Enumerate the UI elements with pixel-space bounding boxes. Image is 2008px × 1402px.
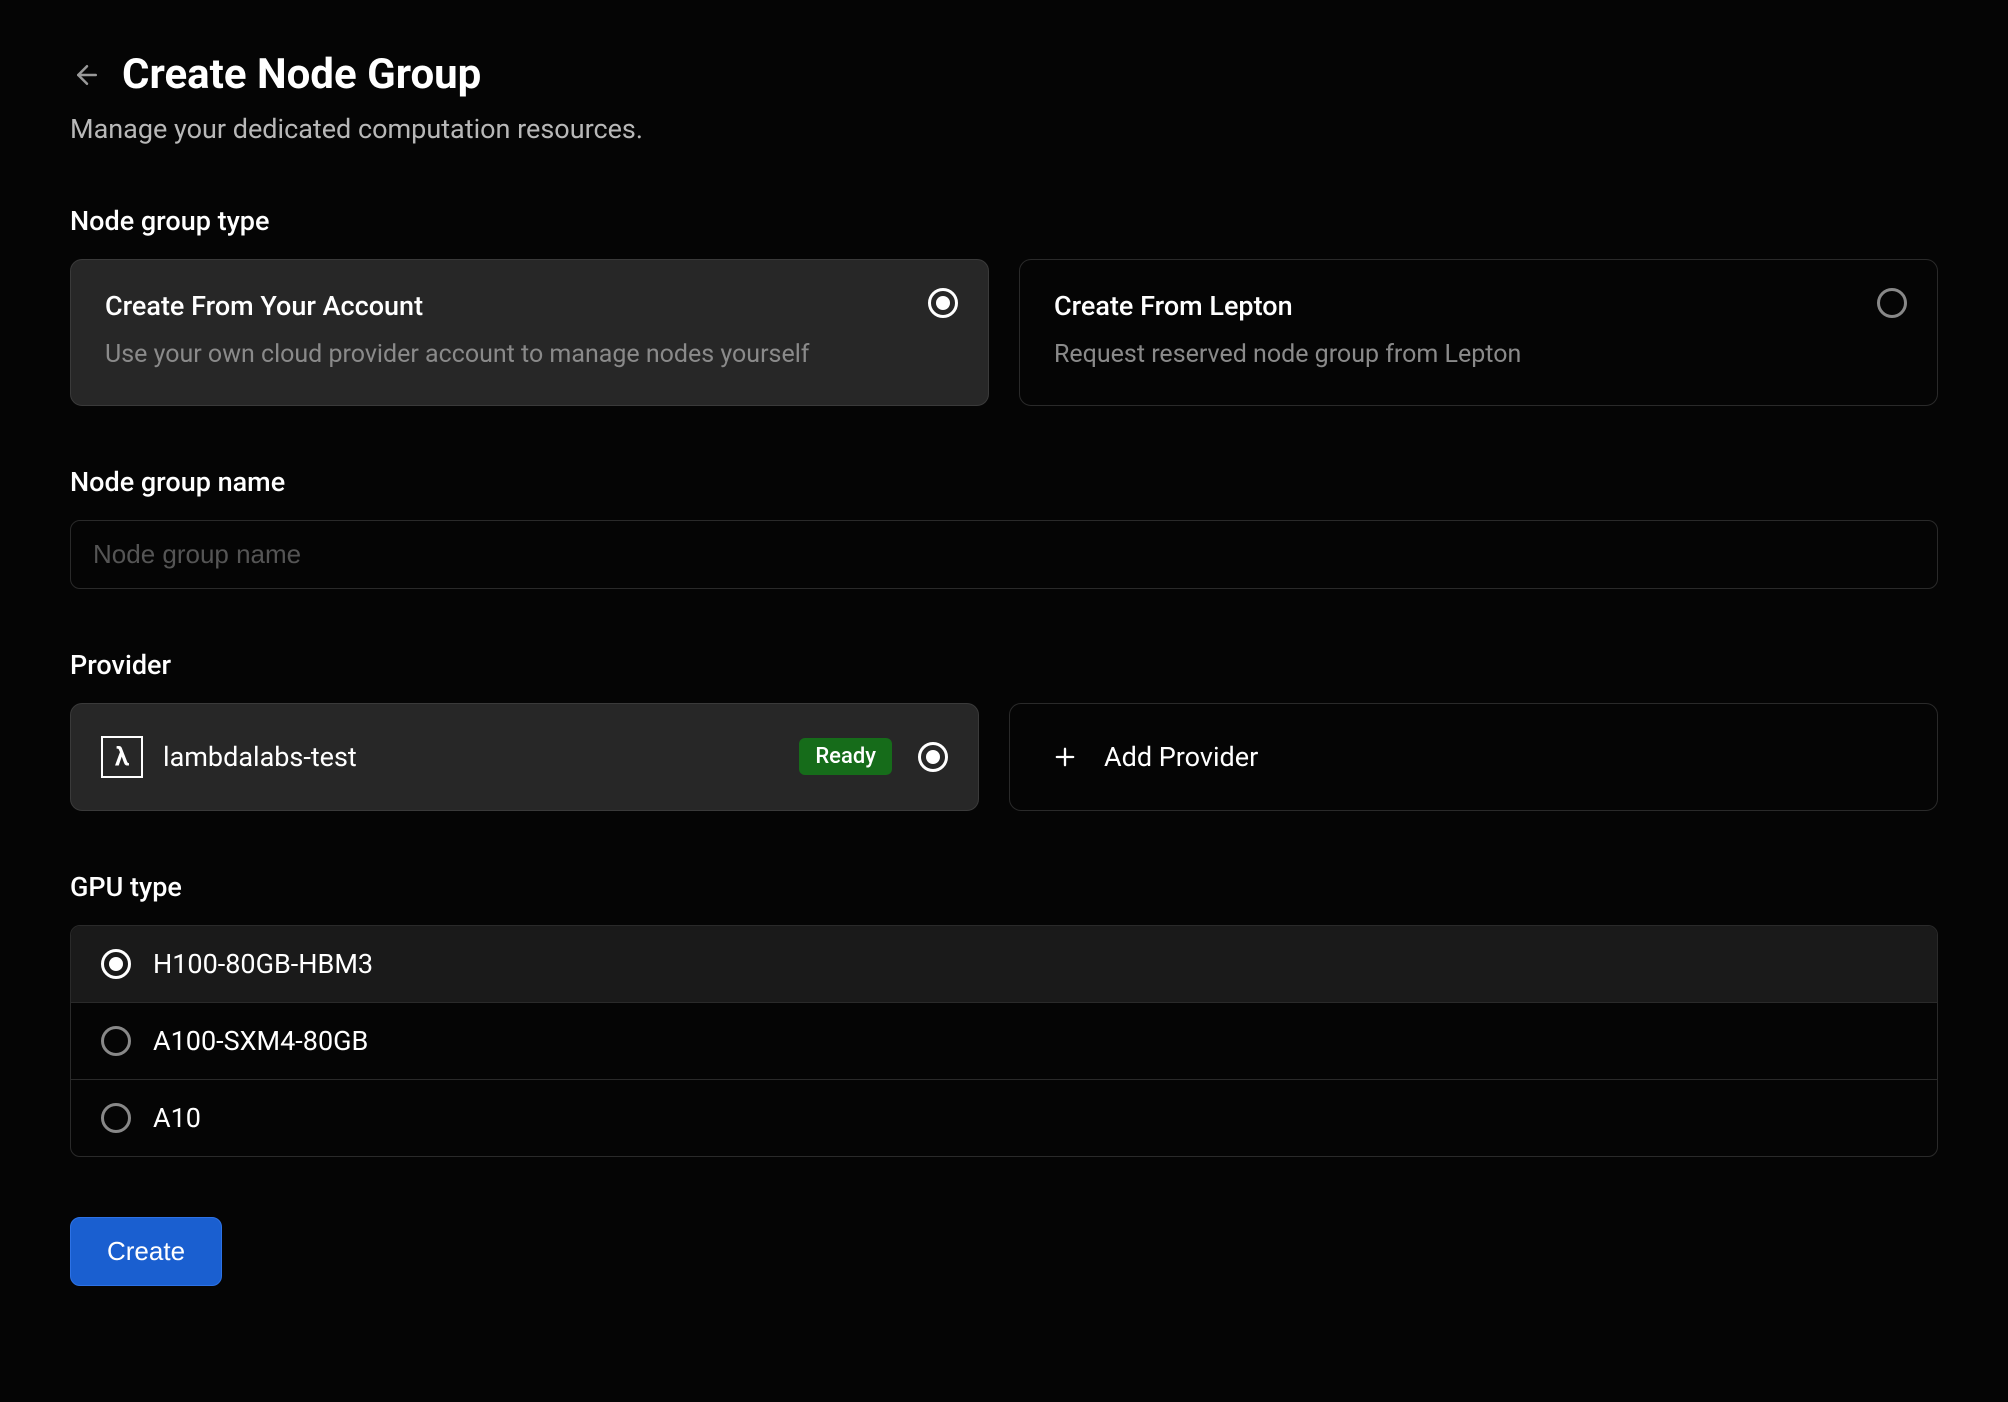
provider-card-lambdalabs[interactable]: λ lambdalabs-test Ready bbox=[70, 703, 979, 811]
lambda-icon: λ bbox=[101, 736, 143, 778]
type-card-row: Create From Your Account Use your own cl… bbox=[70, 259, 1938, 406]
page-subtitle: Manage your dedicated computation resour… bbox=[70, 113, 1938, 145]
gpu-name: A10 bbox=[153, 1102, 201, 1134]
type-card-desc: Request reserved node group from Lepton bbox=[1054, 336, 1774, 375]
node-group-name-input[interactable] bbox=[70, 520, 1938, 589]
radio-icon bbox=[101, 1026, 131, 1056]
provider-name: lambdalabs-test bbox=[163, 741, 799, 773]
type-card-title: Create From Your Account bbox=[105, 290, 954, 322]
type-card-title: Create From Lepton bbox=[1054, 290, 1903, 322]
section-label-gpu: GPU type bbox=[70, 871, 1938, 903]
gpu-name: H100-80GB-HBM3 bbox=[153, 948, 373, 980]
back-arrow-icon[interactable] bbox=[70, 58, 104, 92]
gpu-type-list: H100-80GB-HBM3 A100-SXM4-80GB A10 bbox=[70, 925, 1938, 1157]
radio-icon bbox=[918, 742, 948, 772]
type-card-own-account[interactable]: Create From Your Account Use your own cl… bbox=[70, 259, 989, 406]
gpu-row-a10[interactable]: A10 bbox=[71, 1080, 1937, 1156]
gpu-row-a100[interactable]: A100-SXM4-80GB bbox=[71, 1003, 1937, 1080]
radio-icon bbox=[928, 288, 958, 318]
gpu-row-h100[interactable]: H100-80GB-HBM3 bbox=[71, 926, 1937, 1003]
section-label-provider: Provider bbox=[70, 649, 1938, 681]
section-label-type: Node group type bbox=[70, 205, 1938, 237]
radio-icon bbox=[101, 949, 131, 979]
gpu-name: A100-SXM4-80GB bbox=[153, 1025, 368, 1057]
status-badge: Ready bbox=[799, 738, 892, 775]
section-label-name: Node group name bbox=[70, 466, 1938, 498]
page-header: Create Node Group bbox=[70, 50, 1938, 99]
add-provider-label: Add Provider bbox=[1104, 741, 1258, 773]
add-provider-button[interactable]: Add Provider bbox=[1009, 703, 1938, 811]
radio-icon bbox=[1877, 288, 1907, 318]
type-card-desc: Use your own cloud provider account to m… bbox=[105, 336, 825, 375]
radio-icon bbox=[101, 1103, 131, 1133]
plus-icon bbox=[1050, 742, 1080, 772]
type-card-lepton[interactable]: Create From Lepton Request reserved node… bbox=[1019, 259, 1938, 406]
create-button[interactable]: Create bbox=[70, 1217, 222, 1286]
page-title: Create Node Group bbox=[122, 50, 481, 99]
provider-row: λ lambdalabs-test Ready Add Provider bbox=[70, 703, 1938, 811]
